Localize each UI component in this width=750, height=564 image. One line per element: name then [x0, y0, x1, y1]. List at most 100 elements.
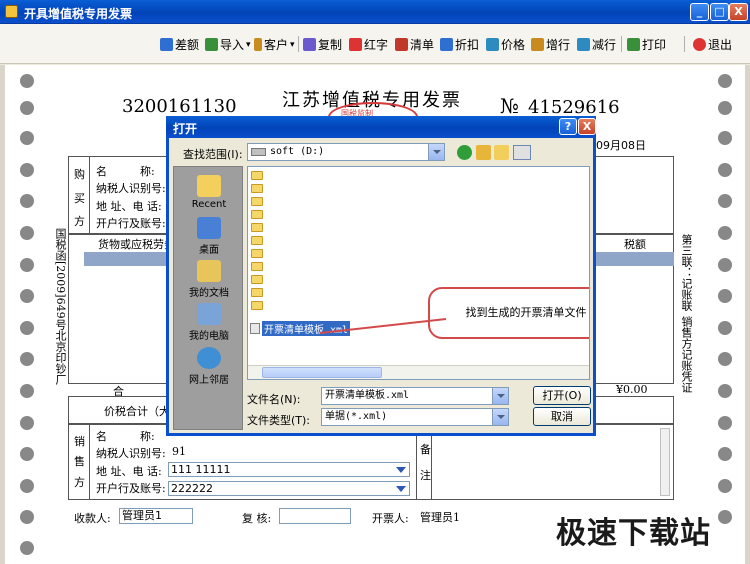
- import-button[interactable]: 导入 ▾: [205, 35, 251, 53]
- seller-name-label: 名 称:: [96, 430, 155, 443]
- payee-field[interactable]: 管理员1: [119, 508, 193, 524]
- new-folder-icon[interactable]: [494, 145, 509, 160]
- lookin-select[interactable]: soft (D:): [247, 143, 445, 161]
- folder-item[interactable]: [251, 275, 265, 286]
- invoice-number: 41529616: [528, 97, 620, 118]
- folder-item[interactable]: [251, 236, 265, 247]
- minimize-button[interactable]: _: [690, 3, 709, 21]
- folder-item[interactable]: [251, 171, 265, 182]
- place-computer[interactable]: 我的电脑: [174, 303, 244, 342]
- buyer-taxid-label: 纳税人识别号:: [96, 182, 166, 195]
- dialog-close-button[interactable]: X: [578, 118, 596, 135]
- maximize-button[interactable]: □: [710, 3, 729, 21]
- folder-icon: [251, 275, 263, 284]
- folder-icon: [251, 262, 263, 271]
- delete-row-button[interactable]: 减行: [577, 35, 616, 53]
- cancel-button[interactable]: 取消: [533, 407, 591, 426]
- folder-item[interactable]: [251, 301, 265, 312]
- price-tax-label: 价税合计（大: [104, 405, 170, 418]
- chevron-down-icon: [396, 486, 406, 492]
- place-desktop[interactable]: 桌面: [174, 217, 244, 256]
- places-bar: Recent 桌面 我的文档 我的电脑 网上邻居: [173, 166, 243, 430]
- filetype-value: 单据(*.xml): [325, 411, 388, 422]
- payee-label: 收款人:: [74, 512, 111, 525]
- import-icon: [205, 37, 218, 51]
- window-title: 开具增值税专用发票: [24, 7, 133, 21]
- folder-item[interactable]: [251, 197, 265, 208]
- lookin-value: soft (D:): [270, 146, 325, 157]
- list-button[interactable]: 清单: [395, 35, 434, 53]
- perforation-hole: [20, 258, 34, 272]
- back-icon[interactable]: [457, 145, 472, 160]
- folder-item[interactable]: [251, 210, 265, 221]
- folder-item[interactable]: [251, 223, 265, 234]
- buyer-address-label: 地 址、电 话:: [96, 200, 162, 213]
- chevron-down-icon[interactable]: [492, 388, 508, 404]
- folder-item[interactable]: [251, 184, 265, 195]
- red-invoice-icon: [349, 37, 362, 51]
- xml-file-icon: [250, 323, 260, 334]
- place-label: 我的电脑: [189, 331, 229, 342]
- discount-button[interactable]: 折扣: [440, 35, 479, 53]
- toolbar-separator: [621, 36, 622, 52]
- filename-input[interactable]: 开票清单模板.xml: [321, 387, 509, 405]
- place-documents[interactable]: 我的文档: [174, 260, 244, 299]
- folder-item[interactable]: [251, 288, 265, 299]
- price-button[interactable]: 价格: [486, 35, 525, 53]
- chevron-down-icon[interactable]: [492, 409, 508, 425]
- perforation-hole: [718, 479, 732, 493]
- reviewer-label: 复 核:: [242, 512, 272, 525]
- diff-button[interactable]: 差额: [160, 35, 199, 53]
- scrollbar-thumb[interactable]: [262, 367, 382, 378]
- file-list: 开票清单模板.xml 找到生成的开票清单文件: [247, 166, 590, 380]
- open-button[interactable]: 打开(O): [533, 386, 591, 405]
- folder-item[interactable]: [251, 249, 265, 260]
- remark-scrollbar[interactable]: [660, 428, 670, 496]
- perforation-hole: [718, 131, 732, 145]
- red-invoice-button[interactable]: 红字: [349, 35, 388, 53]
- total-tax-value: ¥0.00: [616, 383, 648, 396]
- seller-address-select[interactable]: 111 11111: [168, 462, 410, 477]
- print-info-vertical: 国税函[2009]649号北京印钞厂: [54, 228, 67, 385]
- folder-item[interactable]: [251, 262, 265, 273]
- close-button[interactable]: X: [729, 3, 748, 21]
- chevron-down-icon: [396, 467, 406, 473]
- folder-icon: [251, 249, 263, 258]
- chevron-down-icon[interactable]: [428, 144, 444, 160]
- place-label: 网上邻居: [189, 375, 229, 386]
- up-folder-icon[interactable]: [476, 145, 491, 160]
- network-icon: [197, 347, 221, 369]
- perforation-hole: [20, 541, 34, 555]
- folder-icon: [251, 301, 263, 310]
- view-menu-icon[interactable]: [513, 145, 531, 160]
- buyer-vertical-label: 买: [74, 192, 85, 205]
- help-button[interactable]: ?: [559, 118, 577, 135]
- filetype-select[interactable]: 单据(*.xml): [321, 408, 509, 426]
- place-network[interactable]: 网上邻居: [174, 347, 244, 386]
- add-row-button[interactable]: 增行: [531, 35, 570, 53]
- drive-icon: [251, 148, 266, 156]
- dialog-title: 打开: [173, 122, 198, 136]
- annotation-callout: 找到生成的开票清单文件: [428, 287, 589, 339]
- toolbar-separator: [298, 36, 299, 52]
- perforation-hole: [718, 258, 732, 272]
- reviewer-field[interactable]: [279, 508, 351, 524]
- perforation-hole: [20, 352, 34, 366]
- documents-icon: [197, 260, 221, 282]
- perforation-hole: [20, 384, 34, 398]
- print-button[interactable]: 打印: [627, 35, 666, 53]
- seller-bank-select[interactable]: 222222: [168, 481, 410, 496]
- exit-button[interactable]: 退出: [693, 35, 732, 53]
- folder-icon: [251, 171, 263, 180]
- open-file-dialog: 打开 ? X 查找范围(I): soft (D:) Recent 桌面 我的文档…: [166, 116, 596, 436]
- copy-button[interactable]: 复制: [303, 35, 342, 53]
- dialog-titlebar: 打开: [166, 116, 596, 138]
- customer-button[interactable]: 客户 ▾: [254, 35, 295, 53]
- diff-icon: [160, 37, 173, 51]
- place-recent[interactable]: Recent: [174, 175, 244, 210]
- buyer-vertical-label: 方: [74, 215, 85, 228]
- price-icon: [486, 37, 499, 51]
- site-watermark: 极速下载站: [556, 516, 711, 551]
- horizontal-scrollbar[interactable]: [248, 365, 589, 379]
- window-titlebar: 开具增值税专用发票 _ □ X: [0, 0, 750, 24]
